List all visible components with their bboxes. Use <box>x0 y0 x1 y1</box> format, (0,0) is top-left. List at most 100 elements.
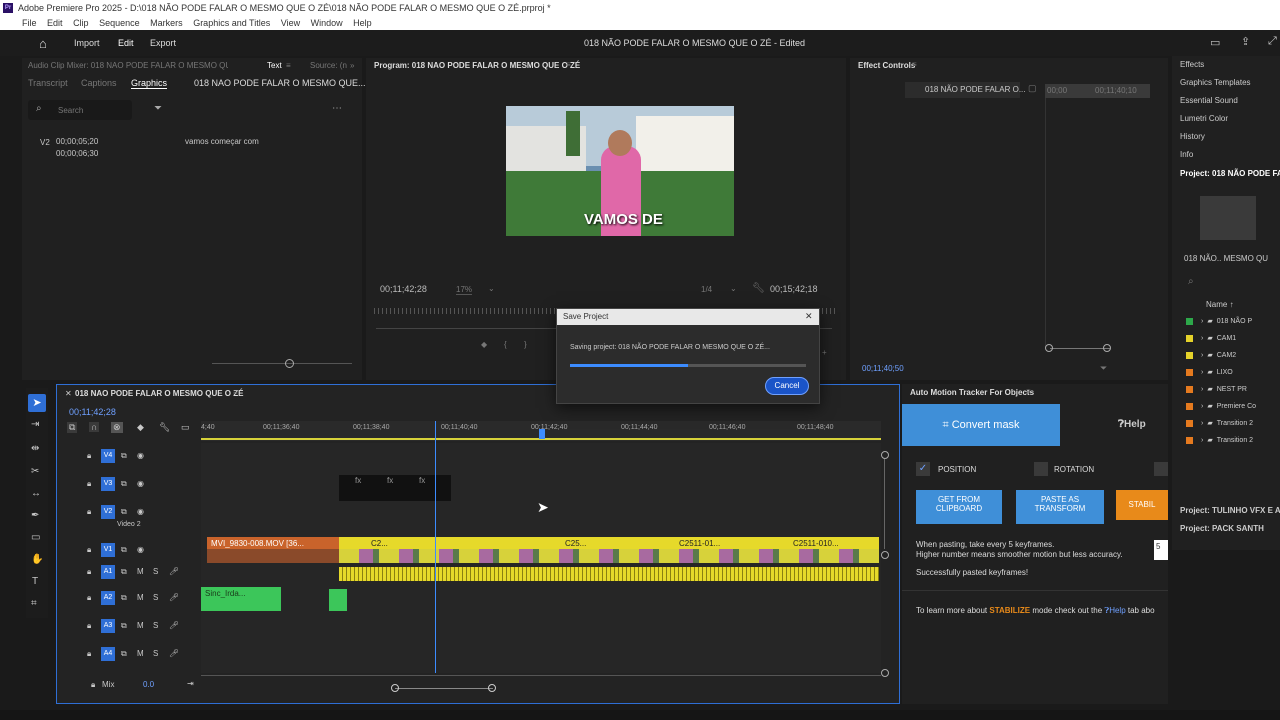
playhead[interactable] <box>435 421 436 673</box>
mix-arrow-icon[interactable]: ⇥ <box>187 679 194 688</box>
track-lock-icon[interactable]: 🔒︎ <box>87 649 91 659</box>
sync-icon[interactable]: ⧉ <box>121 479 127 489</box>
hand-icon[interactable]: ✋ <box>31 554 43 565</box>
track-select-icon[interactable]: ⇥ <box>31 419 39 430</box>
expand-chevron-icon[interactable]: › <box>1201 437 1203 444</box>
captions-tab[interactable]: Captions <box>81 78 117 88</box>
microphone-icon[interactable]: 🎤︎ <box>169 649 179 658</box>
settings-wrench-icon[interactable]: 🔧︎ <box>159 422 170 433</box>
solo-button[interactable]: S <box>153 567 158 576</box>
effect-timecode[interactable]: 00;11;40;50 <box>862 364 904 373</box>
expand-chevron-icon[interactable]: › <box>1201 318 1203 325</box>
track-target[interactable]: V4 <box>101 449 115 463</box>
rotation-checkbox[interactable] <box>1034 462 1048 476</box>
add-button-icon[interactable]: + <box>822 348 827 357</box>
graphics-templates-tab[interactable]: Graphics Templates <box>1180 78 1251 87</box>
eye-icon[interactable]: ◉ <box>137 479 144 488</box>
expand-chevron-icon[interactable]: › <box>1201 335 1203 342</box>
info-tab[interactable]: Info <box>1180 150 1193 159</box>
solo-button[interactable]: S <box>153 593 158 602</box>
razor-icon[interactable]: ✂ <box>31 466 39 477</box>
caption-text[interactable]: vamos começar com <box>185 137 259 146</box>
track-target[interactable]: A4 <box>101 647 115 661</box>
clip-selector[interactable]: 018 NÃO PODE FALAR O... <box>905 82 1025 98</box>
export-tab[interactable]: Export <box>150 38 176 48</box>
expand-chevron-icon[interactable]: › <box>1201 352 1203 359</box>
lumetri-color-tab[interactable]: Lumetri Color <box>1180 114 1228 123</box>
snap-icon[interactable]: ∩ <box>89 422 100 432</box>
menu-view[interactable]: View <box>281 18 300 28</box>
zoom-select[interactable]: 17% <box>456 285 473 295</box>
mute-icon[interactable]: ⧉ <box>121 649 127 659</box>
menu-sequence[interactable]: Sequence <box>99 18 140 28</box>
project-bin-row[interactable]: › ▰ CAM2 <box>1186 349 1280 363</box>
filter-icon[interactable]: ⏷ <box>154 103 162 114</box>
effects-tab[interactable]: Effects <box>1180 60 1204 69</box>
project-pack[interactable]: Project: PACK SANTH <box>1180 524 1264 533</box>
track-lock-icon[interactable]: 🔒︎ <box>87 621 91 631</box>
wrench-icon[interactable]: 🔧︎ <box>752 283 765 294</box>
more-icon[interactable]: ⋯ <box>332 103 342 114</box>
slip-icon[interactable]: ↔ <box>31 488 41 499</box>
program-menu-icon[interactable]: ≡ <box>566 60 571 69</box>
rectangle-icon[interactable]: ▭ <box>31 532 40 543</box>
menu-file[interactable]: File <box>22 18 37 28</box>
lock-icon[interactable]: 🔒︎ <box>91 680 95 690</box>
expand-chevron-icon[interactable]: › <box>1201 403 1203 410</box>
project-bin-row[interactable]: › ▰ NEST PR <box>1186 383 1280 397</box>
linked-icon[interactable]: ⊗ <box>111 422 123 433</box>
track-target[interactable]: V1 <box>101 543 115 557</box>
learn-help-link[interactable]: ❓︎Help <box>1104 606 1125 615</box>
mix-value[interactable]: 0.0 <box>143 680 154 689</box>
caption-tool-icon[interactable]: ⌗ <box>31 598 37 609</box>
mute-button[interactable]: M <box>137 593 144 602</box>
amt-menu-icon[interactable]: ≡ <box>1026 387 1031 396</box>
eye-icon[interactable]: ◉ <box>137 545 144 554</box>
menu-window[interactable]: Window <box>311 18 343 28</box>
effect-zoom-handle-right[interactable] <box>1103 344 1111 352</box>
keyframe-step-input[interactable]: 5 <box>1154 540 1168 560</box>
zoom-handle-left[interactable] <box>391 684 399 692</box>
quality-select[interactable]: 1/4 <box>701 285 712 294</box>
track-area[interactable]: fx fx fx MVI_9830-008.MOV [36... C2... C… <box>201 421 881 673</box>
track-target[interactable]: V2 <box>101 505 115 519</box>
track-lock-icon[interactable]: 🔒︎ <box>87 479 91 489</box>
transcript-tab[interactable]: Transcript <box>28 78 68 88</box>
zoom-handle[interactable] <box>285 359 294 368</box>
zoom-handle-right[interactable] <box>488 684 496 692</box>
sync-icon[interactable]: ⧉ <box>121 451 127 461</box>
paste-transform-button[interactable]: PASTE AS TRANSFORM <box>1016 490 1104 524</box>
pen-icon[interactable]: ✒ <box>31 510 39 521</box>
effect-zoom-bar[interactable] <box>1050 348 1110 349</box>
filter-icon-2[interactable]: ⏷ <box>1100 363 1107 374</box>
share-icon[interactable]: ⇪ <box>1241 35 1250 48</box>
zoom-slider[interactable] <box>212 363 352 364</box>
clip-a2-audio[interactable]: Sinc_Irda... <box>201 587 281 611</box>
mute-icon[interactable]: ⧉ <box>121 621 127 631</box>
microphone-icon[interactable]: 🎤︎ <box>169 621 179 630</box>
mark-out-icon[interactable]: } <box>524 340 527 349</box>
graphics-tab[interactable]: Graphics <box>131 78 168 89</box>
clip-view-icon[interactable]: ▢ <box>1028 83 1037 94</box>
timeline-close-icon[interactable]: ✕ <box>65 389 72 398</box>
track-target[interactable]: A2 <box>101 591 115 605</box>
menu-graphics[interactable]: Graphics and Titles <box>193 18 270 28</box>
menu-help[interactable]: Help <box>353 18 372 28</box>
cancel-button[interactable]: Cancel <box>765 377 809 395</box>
mute-icon[interactable]: ⧉ <box>121 593 127 603</box>
microphone-icon[interactable]: 🎤︎ <box>169 567 179 576</box>
clip-a1-audio[interactable] <box>339 567 879 581</box>
mute-icon[interactable]: ⧉ <box>121 567 127 577</box>
track-lock-icon[interactable]: 🔒︎ <box>87 567 91 577</box>
menu-clip[interactable]: Clip <box>73 18 89 28</box>
scale-checkbox[interactable] <box>1154 462 1168 476</box>
clip-a2-audio-short[interactable] <box>329 589 347 611</box>
marker-icon[interactable]: ◆ <box>481 340 487 349</box>
timeline-vertical-scrollbar[interactable] <box>881 443 889 677</box>
dialog-close-icon[interactable]: ✕ <box>805 311 813 322</box>
essential-sound-tab[interactable]: Essential Sound <box>1180 96 1238 105</box>
sync-icon[interactable]: ⧉ <box>121 507 127 517</box>
project-bin-row[interactable]: › ▰ 018 NÃO P <box>1186 315 1280 329</box>
mark-in-icon[interactable]: { <box>504 340 507 349</box>
home-icon[interactable]: ⌂ <box>39 36 47 51</box>
